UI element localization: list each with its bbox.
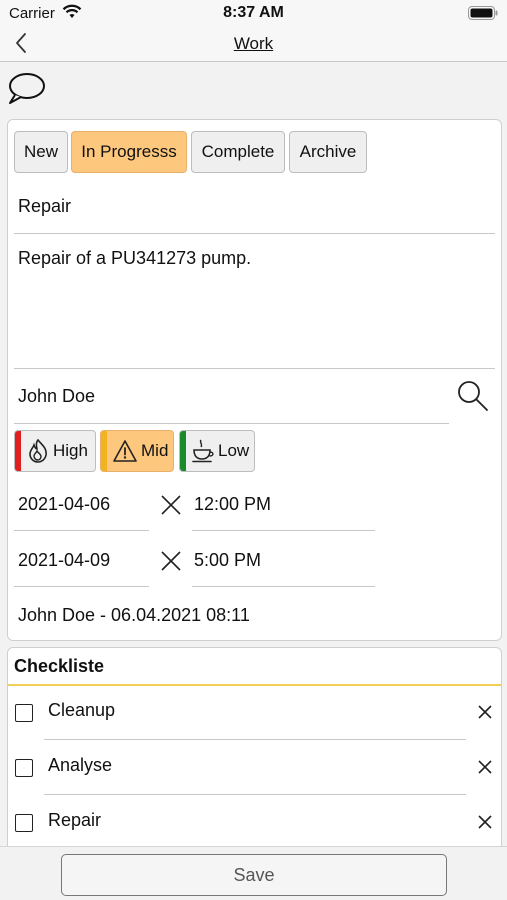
- checkbox[interactable]: [15, 814, 33, 832]
- title-field[interactable]: Repair: [18, 196, 71, 217]
- status-new-button[interactable]: New: [14, 131, 68, 173]
- divider: [44, 739, 466, 740]
- priority-color-bar: [180, 431, 186, 471]
- divider: [14, 423, 449, 424]
- checklist-header: Checkliste: [14, 656, 105, 676]
- priority-color-bar: [15, 431, 21, 471]
- divider: [14, 586, 149, 587]
- remove-item-icon[interactable]: [474, 756, 496, 778]
- created-info: John Doe - 06.04.2021 08:11: [18, 605, 250, 625]
- start-time-field[interactable]: 12:00 PM: [194, 494, 271, 515]
- divider: [14, 368, 495, 369]
- assignee-field[interactable]: John Doe: [18, 386, 95, 407]
- divider: [44, 794, 466, 795]
- priority-high-button[interactable]: High: [14, 430, 96, 472]
- priority-mid-button[interactable]: Mid: [100, 430, 174, 472]
- description-field[interactable]: Repair of a PU341273 pump.: [18, 248, 251, 269]
- priority-low-button[interactable]: Low: [179, 430, 255, 472]
- fire-icon: [29, 438, 47, 463]
- checklist-card: Checkliste Cleanup Analyse Repair: [7, 647, 502, 857]
- status-bar: Carrier 8:37 AM: [0, 0, 507, 28]
- warning-icon: [113, 440, 137, 462]
- start-date-field[interactable]: 2021-04-06: [18, 494, 110, 515]
- divider: [192, 530, 375, 531]
- remove-item-icon[interactable]: [474, 701, 496, 723]
- remove-item-icon[interactable]: [474, 811, 496, 833]
- priority-color-bar: [101, 431, 107, 471]
- coffee-icon: [192, 439, 214, 463]
- checkbox[interactable]: [15, 759, 33, 777]
- bottom-toolbar: Save: [0, 846, 507, 900]
- divider: [14, 530, 149, 531]
- checklist-item-label: Repair: [48, 810, 102, 830]
- save-button[interactable]: Save: [61, 854, 447, 896]
- navigation-bar: Work: [0, 28, 507, 62]
- status-in-progress-button[interactable]: In Progresss: [71, 131, 187, 173]
- checkbox[interactable]: [15, 704, 33, 722]
- end-date-field[interactable]: 2021-04-09: [18, 550, 110, 571]
- comment-icon[interactable]: [6, 70, 46, 106]
- divider: [192, 586, 375, 587]
- clear-start-icon[interactable]: [159, 493, 183, 517]
- battery-icon: [468, 6, 498, 25]
- priority-high-label: High: [53, 441, 88, 460]
- checklist-item-label: Analyse: [48, 755, 113, 775]
- divider: [14, 233, 495, 234]
- priority-mid-label: Mid: [141, 441, 169, 460]
- end-time-field[interactable]: 5:00 PM: [194, 550, 261, 571]
- list-item: Analyse: [8, 741, 501, 796]
- checklist-item-label: Cleanup: [48, 700, 116, 720]
- clear-end-icon[interactable]: [159, 549, 183, 573]
- status-complete-button[interactable]: Complete: [191, 131, 285, 173]
- work-order-card: New In Progresss Complete Archive Repair…: [7, 119, 502, 641]
- list-item: Repair: [8, 796, 501, 851]
- status-archive-button[interactable]: Archive: [289, 131, 367, 173]
- clock: 8:37 AM: [223, 4, 284, 21]
- search-icon[interactable]: [455, 378, 491, 414]
- page-title[interactable]: Work: [234, 34, 273, 53]
- priority-low-label: Low: [218, 441, 250, 460]
- list-item: Cleanup: [8, 686, 501, 741]
